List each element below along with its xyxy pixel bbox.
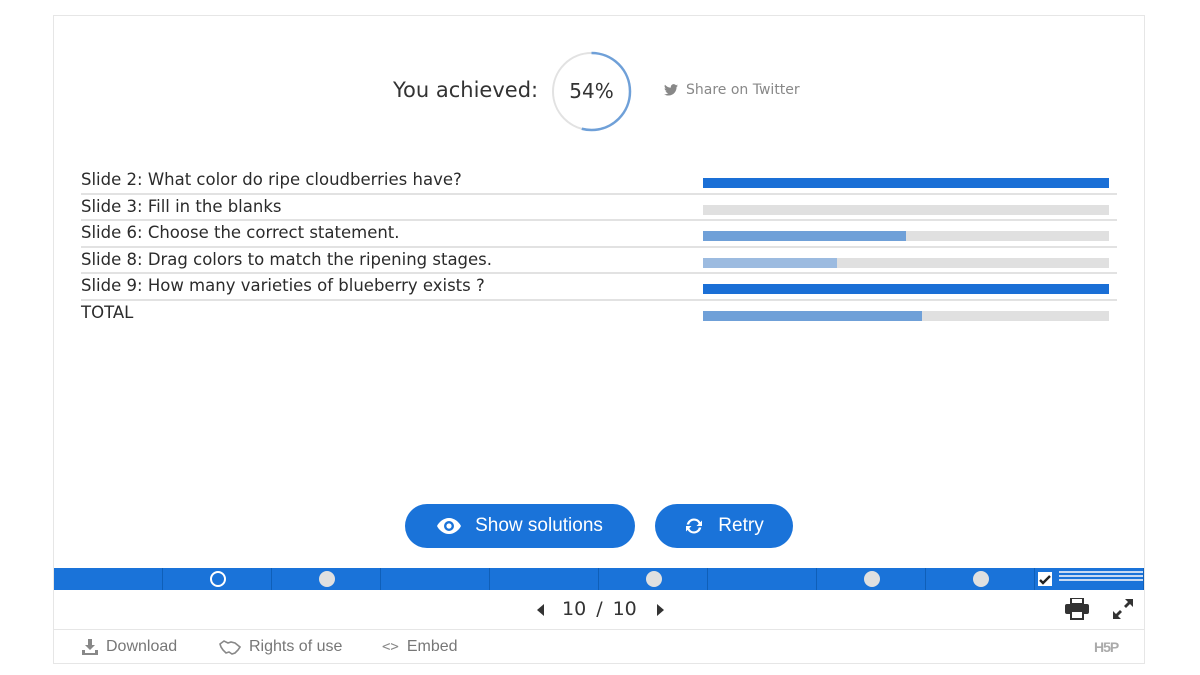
- embed-link[interactable]: <> Embed: [382, 638, 458, 656]
- result-title: Slide 8: Drag colors to match the ripeni…: [81, 249, 493, 269]
- results-table: Slide 2: What color do ripe cloudberries…: [81, 168, 1117, 327]
- summary-lines-icon: [1059, 571, 1143, 587]
- result-bar-fill: [703, 178, 1109, 188]
- actions-bar: Download Rights of use <> Embed H5P: [54, 630, 1144, 664]
- refresh-icon: [686, 518, 703, 534]
- progress-segment[interactable]: [926, 568, 1035, 590]
- next-slide-arrow-icon[interactable]: [656, 604, 664, 616]
- show-solutions-label: Show solutions: [475, 515, 603, 536]
- score-percent: 54%: [569, 79, 614, 103]
- answered-dot: [645, 571, 662, 587]
- result-bar-track: [703, 231, 1109, 241]
- total-bar-fill: [703, 310, 923, 321]
- current-position-dot: [209, 571, 226, 587]
- answered-dot: [863, 571, 880, 587]
- eye-icon: [437, 518, 462, 534]
- summary-check-icon: [1038, 572, 1052, 586]
- result-title: Slide 9: How many varieties of blueberry…: [81, 276, 485, 295]
- embed-icon: <>: [382, 639, 399, 655]
- twitter-icon: [664, 84, 678, 96]
- achieved-label: You achieved:: [393, 78, 539, 102]
- share-label: Share on Twitter: [686, 82, 800, 98]
- slide-separator: /: [596, 598, 603, 620]
- total-slides: 10: [612, 598, 637, 620]
- download-label: Download: [106, 638, 178, 655]
- result-title: Slide 6: Choose the correct statement.: [81, 223, 400, 242]
- fullscreen-icon[interactable]: [1112, 598, 1134, 620]
- h5p-logo[interactable]: H5P: [1094, 639, 1119, 655]
- result-bar-fill: [703, 257, 837, 268]
- result-row: Slide 9: How many varieties of blueberry…: [81, 274, 1117, 301]
- total-bar-track: [703, 310, 1109, 321]
- previous-slide-arrow-icon[interactable]: [537, 604, 545, 616]
- progress-segment[interactable]: [708, 568, 817, 590]
- retry-label: Retry: [718, 515, 764, 536]
- h5p-frame: You achieved: 54% Share on Twitter Slide…: [53, 15, 1145, 664]
- score-circle: 54%: [551, 51, 632, 132]
- result-bar-fill: [703, 284, 1109, 294]
- progress-segment[interactable]: [272, 568, 381, 590]
- slide-counter: 10 / 10: [562, 598, 637, 620]
- navigation-bar: 10 / 10: [54, 590, 1144, 630]
- result-row: Slide 8: Drag colors to match the ripeni…: [81, 248, 1117, 274]
- rights-label: Rights of use: [249, 638, 343, 655]
- result-row: Slide 3: Fill in the blanks: [81, 195, 1117, 221]
- answered-dot: [318, 571, 335, 587]
- print-icon[interactable]: [1065, 598, 1089, 620]
- progress-segment[interactable]: [163, 568, 272, 590]
- progress-segment[interactable]: [599, 568, 708, 590]
- retry-button[interactable]: Retry: [655, 504, 793, 548]
- total-title: TOTAL: [81, 302, 134, 322]
- show-solutions-button[interactable]: Show solutions: [405, 504, 635, 548]
- share-twitter-link[interactable]: Share on Twitter: [664, 82, 800, 98]
- summary-slide: You achieved: 54% Share on Twitter Slide…: [54, 16, 1144, 568]
- result-row: Slide 6: Choose the correct statement.: [81, 221, 1117, 248]
- embed-label: Embed: [406, 638, 458, 655]
- download-link[interactable]: Download: [82, 638, 177, 656]
- answered-dot: [972, 571, 989, 587]
- progress-segment[interactable]: [381, 568, 490, 590]
- result-title: Slide 2: What color do ripe cloudberries…: [81, 170, 462, 189]
- progress-segment[interactable]: [817, 568, 926, 590]
- result-row: Slide 2: What color do ripe cloudberries…: [81, 168, 1117, 195]
- progress-segment[interactable]: [54, 568, 163, 590]
- current-slide: 10: [562, 598, 587, 620]
- result-bar-fill: [703, 231, 906, 241]
- result-bar-track: [703, 284, 1109, 294]
- progress-segment[interactable]: [490, 568, 599, 590]
- result-bar-track: [703, 178, 1109, 188]
- handshake-icon: [219, 640, 241, 655]
- download-icon: [82, 639, 98, 655]
- total-row: TOTAL: [81, 301, 1117, 328]
- result-bar-track: [703, 204, 1109, 215]
- result-title: Slide 3: Fill in the blanks: [81, 196, 282, 216]
- result-bar-track: [703, 257, 1109, 268]
- slide-progress-bar: [54, 568, 1144, 590]
- rights-of-use-link[interactable]: Rights of use: [219, 638, 342, 656]
